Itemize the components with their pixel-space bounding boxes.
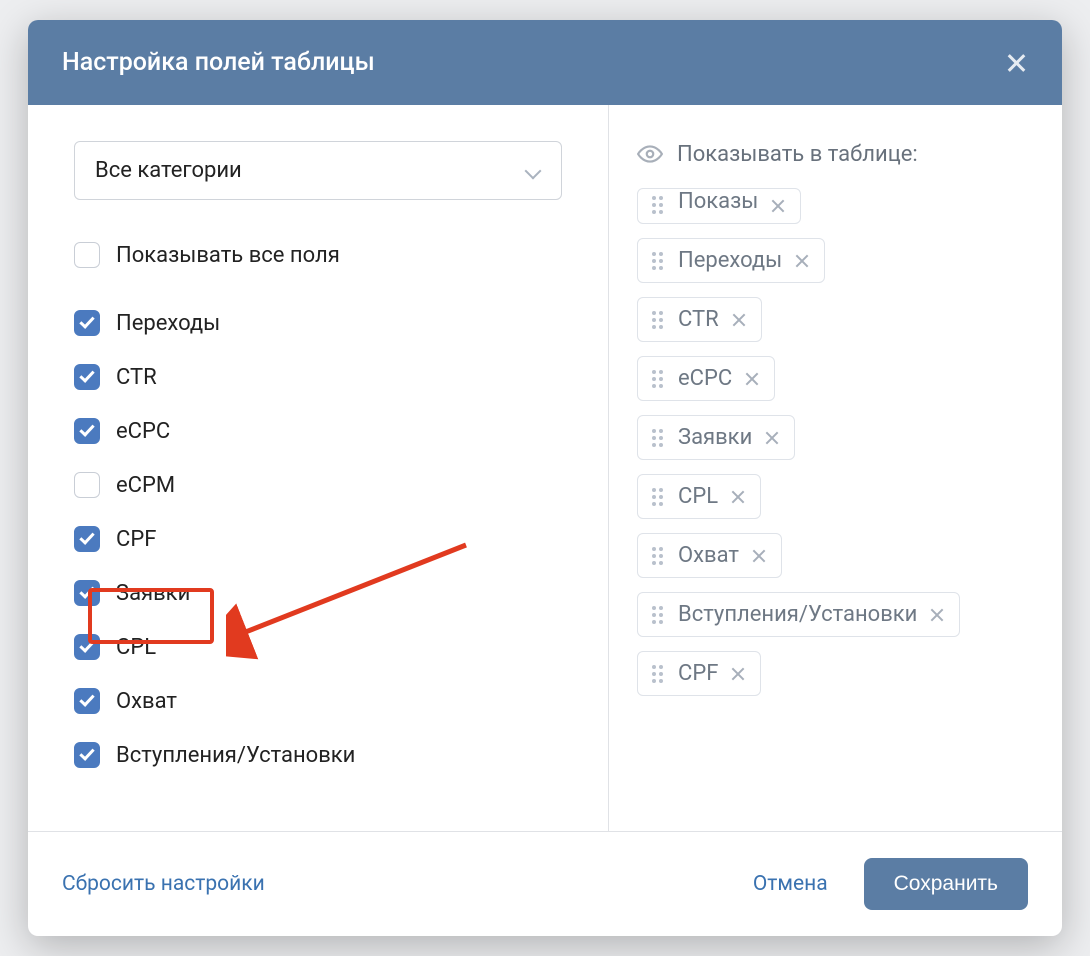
field-checkbox[interactable] bbox=[74, 742, 100, 768]
chip[interactable]: CPF bbox=[637, 651, 761, 696]
chip[interactable]: Переходы bbox=[637, 238, 825, 283]
drag-handle-icon[interactable] bbox=[652, 488, 666, 506]
modal-header: Настройка полей таблицы bbox=[28, 20, 1062, 105]
field-row[interactable]: Заявки bbox=[74, 566, 562, 620]
drag-handle-icon[interactable] bbox=[652, 429, 666, 447]
field-row[interactable]: CTR bbox=[74, 350, 562, 404]
field-checkbox[interactable] bbox=[74, 526, 100, 552]
field-checkbox[interactable] bbox=[74, 580, 100, 606]
chip[interactable]: eCPC bbox=[637, 356, 775, 401]
field-checkbox[interactable] bbox=[74, 688, 100, 714]
drag-handle-icon[interactable] bbox=[652, 370, 666, 388]
chevron-down-icon bbox=[525, 163, 541, 179]
field-row[interactable]: CPF bbox=[74, 512, 562, 566]
chip-remove-icon[interactable] bbox=[744, 371, 760, 387]
field-label: Заявки bbox=[116, 581, 190, 606]
chip-remove-icon[interactable] bbox=[730, 489, 746, 505]
chip[interactable]: CTR bbox=[637, 297, 762, 342]
right-title-row: Показывать в таблице: bbox=[637, 141, 1034, 167]
cancel-button[interactable]: Отмена bbox=[753, 872, 828, 896]
show-all-label: Показывать все поля bbox=[116, 243, 340, 268]
drag-handle-icon[interactable] bbox=[652, 252, 666, 270]
settings-modal: Настройка полей таблицы Все категории По… bbox=[28, 20, 1062, 936]
field-row[interactable]: Вступления/Установки bbox=[74, 728, 562, 782]
modal-footer: Сбросить настройки Отмена Сохранить bbox=[28, 831, 1062, 936]
chip[interactable]: Показы bbox=[637, 188, 801, 224]
chip-remove-icon[interactable] bbox=[929, 607, 945, 623]
right-pane: Показывать в таблице: Показы Переходы CT… bbox=[608, 105, 1062, 831]
category-select[interactable]: Все категории bbox=[74, 141, 562, 200]
chip-remove-icon[interactable] bbox=[730, 666, 746, 682]
field-row[interactable]: eCPM bbox=[74, 458, 562, 512]
field-checkbox[interactable] bbox=[74, 418, 100, 444]
field-label: Охват bbox=[116, 689, 177, 714]
field-checkbox[interactable] bbox=[74, 634, 100, 660]
chip-label: Вступления/Установки bbox=[678, 602, 917, 627]
chip-label: CTR bbox=[678, 307, 719, 332]
field-label: Вступления/Установки bbox=[116, 743, 355, 768]
field-checkbox[interactable] bbox=[74, 472, 100, 498]
footer-right: Отмена Сохранить bbox=[753, 858, 1028, 910]
chip-label: CPF bbox=[678, 661, 718, 686]
chip-label: CPL bbox=[678, 484, 718, 509]
chip-remove-icon[interactable] bbox=[764, 430, 780, 446]
chip[interactable]: CPL bbox=[637, 474, 761, 519]
field-row[interactable]: eCPC bbox=[74, 404, 562, 458]
chip-label: Заявки bbox=[678, 425, 752, 450]
chip-label: Переходы bbox=[678, 248, 782, 273]
chip-label: eCPC bbox=[678, 366, 732, 391]
category-select-value: Все категории bbox=[95, 158, 242, 183]
modal-title: Настройка полей таблицы bbox=[62, 48, 375, 77]
chip[interactable]: Заявки bbox=[637, 415, 795, 460]
eye-icon bbox=[637, 141, 663, 167]
chip-remove-icon[interactable] bbox=[751, 548, 767, 564]
drag-handle-icon[interactable] bbox=[652, 606, 666, 624]
drag-handle-icon[interactable] bbox=[652, 196, 666, 214]
drag-handle-icon[interactable] bbox=[652, 311, 666, 329]
show-all-checkbox[interactable] bbox=[74, 242, 100, 268]
left-pane: Все категории Показывать все поля Перехо… bbox=[28, 105, 608, 831]
field-checkbox[interactable] bbox=[74, 364, 100, 390]
chip[interactable]: Охват bbox=[637, 533, 782, 578]
save-button[interactable]: Сохранить bbox=[864, 858, 1028, 910]
chip-label: Показы bbox=[678, 189, 758, 214]
field-label: eCPC bbox=[116, 419, 170, 444]
drag-handle-icon[interactable] bbox=[652, 665, 666, 683]
field-row[interactable]: Переходы bbox=[74, 296, 562, 350]
drag-handle-icon[interactable] bbox=[652, 547, 666, 565]
field-label: CTR bbox=[116, 365, 157, 390]
chip-remove-icon[interactable] bbox=[770, 198, 786, 214]
chip[interactable]: Вступления/Установки bbox=[637, 592, 960, 637]
modal-body: Все категории Показывать все поля Перехо… bbox=[28, 105, 1062, 831]
field-row[interactable]: CPL bbox=[74, 620, 562, 674]
chip-remove-icon[interactable] bbox=[794, 253, 810, 269]
reset-button[interactable]: Сбросить настройки bbox=[62, 872, 265, 896]
show-all-row[interactable]: Показывать все поля bbox=[74, 228, 562, 282]
field-label: eCPM bbox=[116, 473, 175, 498]
field-label: CPF bbox=[116, 527, 156, 552]
chip-remove-icon[interactable] bbox=[731, 312, 747, 328]
chip-label: Охват bbox=[678, 543, 739, 568]
right-title: Показывать в таблице: bbox=[677, 142, 918, 167]
field-row[interactable]: Охват bbox=[74, 674, 562, 728]
field-label: CPL bbox=[116, 635, 156, 660]
field-checkbox[interactable] bbox=[74, 310, 100, 336]
field-label: Переходы bbox=[116, 311, 220, 336]
close-icon[interactable] bbox=[1004, 51, 1028, 75]
